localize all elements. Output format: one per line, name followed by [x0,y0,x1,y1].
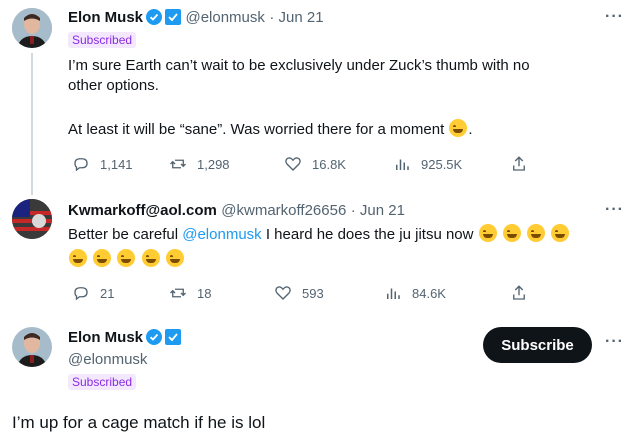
views-button[interactable]: 84.6K [384,284,446,302]
tweet-text: I’m sure Earth can’t wait to be exclusiv… [68,56,628,96]
share-icon [513,156,525,171]
subscribed-badge-container: Subscribed [68,31,137,49]
reply-count: 1,141 [100,156,133,172]
thread-connector [31,53,33,195]
tweet-text: I’m up for a cage match if he is lol [12,413,266,432]
affiliate-badge-icon [165,9,182,25]
joy-cat-emoji-icon [551,224,570,242]
reply-icon [74,158,88,172]
like-button[interactable]: 593 [274,284,324,302]
subscribe-button[interactable]: Subscribe [483,327,592,363]
tweet-text: Better be careful @elonmusk I heard he d… [68,224,628,270]
author-handle[interactable]: @kwmarkoff26656 [221,202,346,219]
subscribed-badge: Subscribed [68,374,137,390]
avatar[interactable] [12,327,52,367]
views-button[interactable]: 925.5K [393,155,462,173]
tweet-header: Kwmarkoff@aol.com @kwmarkoff26656 · Jun … [68,202,405,220]
tweet-text-line: I’m sure Earth can’t wait to be exclusiv… [68,57,530,74]
avatar[interactable] [12,199,52,239]
retweet-icon [170,159,186,169]
joy-cat-emoji-icon [141,249,160,267]
grinning-squinting-emoji-icon [69,249,87,267]
tweet-text: At least it will be “sane”. Was worried … [68,119,473,140]
views-icon [387,288,400,299]
retweet-button[interactable]: 18 [169,284,211,302]
tweet-text-segment: I heard he does the ju jitsu now [265,226,474,243]
tweet-date[interactable]: · Jun 21 [269,9,323,26]
more-options-icon[interactable]: ··· [605,201,624,219]
tweet-text-line: At least it will be “sane”. Was worried … [68,121,445,138]
views-icon [396,159,409,170]
retweet-count: 1,298 [197,156,230,172]
retweet-count: 18 [197,285,212,301]
author-handle[interactable]: @elonmusk [68,351,147,368]
tweet-text-end: . [468,121,473,138]
like-count: 593 [302,285,324,301]
share-icon [513,285,525,300]
tweet-date[interactable]: · Jun 21 [351,202,405,219]
sweat-smile-emoji-icon [449,119,468,137]
author-name[interactable]: Kwmarkoff@aol.com [68,202,217,219]
grinning-squinting-emoji-icon [478,224,497,242]
like-button[interactable]: 16.8K [284,155,346,173]
heart-icon [285,157,301,171]
author-name[interactable]: Elon Musk [68,9,143,26]
heart-icon [275,286,291,300]
tweet-actions: 1,141 1,298 16.8K 925.5K [0,155,641,175]
rofl-emoji-icon [93,249,112,267]
share-button[interactable] [510,155,538,173]
mention-link[interactable]: @elonmusk [182,226,261,243]
tweet-header: Elon Musk [68,329,182,347]
joy-emoji-icon [117,249,136,267]
tweet-header: Elon Musk @elonmusk · Jun 21 [68,9,324,27]
reply-button[interactable]: 21 [72,284,114,302]
rofl-emoji-icon [502,224,521,242]
tweet-text-segment: Better be careful [68,226,179,243]
reply-icon [74,287,88,301]
reply-button[interactable]: 1,141 [72,155,133,173]
joy-emoji-icon [527,224,545,242]
tweet-text-line: other options. [68,77,159,94]
like-count: 16.8K [312,156,346,172]
share-button[interactable] [510,284,538,302]
retweet-button[interactable]: 1,298 [169,155,230,173]
subscribed-badge: Subscribed [68,32,137,48]
views-count: 84.6K [412,285,446,301]
tweet-actions: 21 18 593 84.6K [0,284,641,304]
grinning-squinting-emoji-icon [165,249,184,267]
more-options-icon[interactable]: ··· [605,8,624,26]
affiliate-badge-icon [165,329,182,345]
author-handle[interactable]: @elonmusk [185,9,264,26]
subscribed-badge-container: Subscribed [68,373,137,391]
more-options-icon[interactable]: ··· [605,333,624,351]
views-count: 925.5K [421,156,463,172]
reply-count: 21 [100,285,115,301]
avatar[interactable] [12,8,52,48]
verified-badge-icon [146,9,163,25]
verified-badge-icon [146,329,163,345]
author-name[interactable]: Elon Musk [68,329,143,346]
retweet-icon [170,288,186,298]
